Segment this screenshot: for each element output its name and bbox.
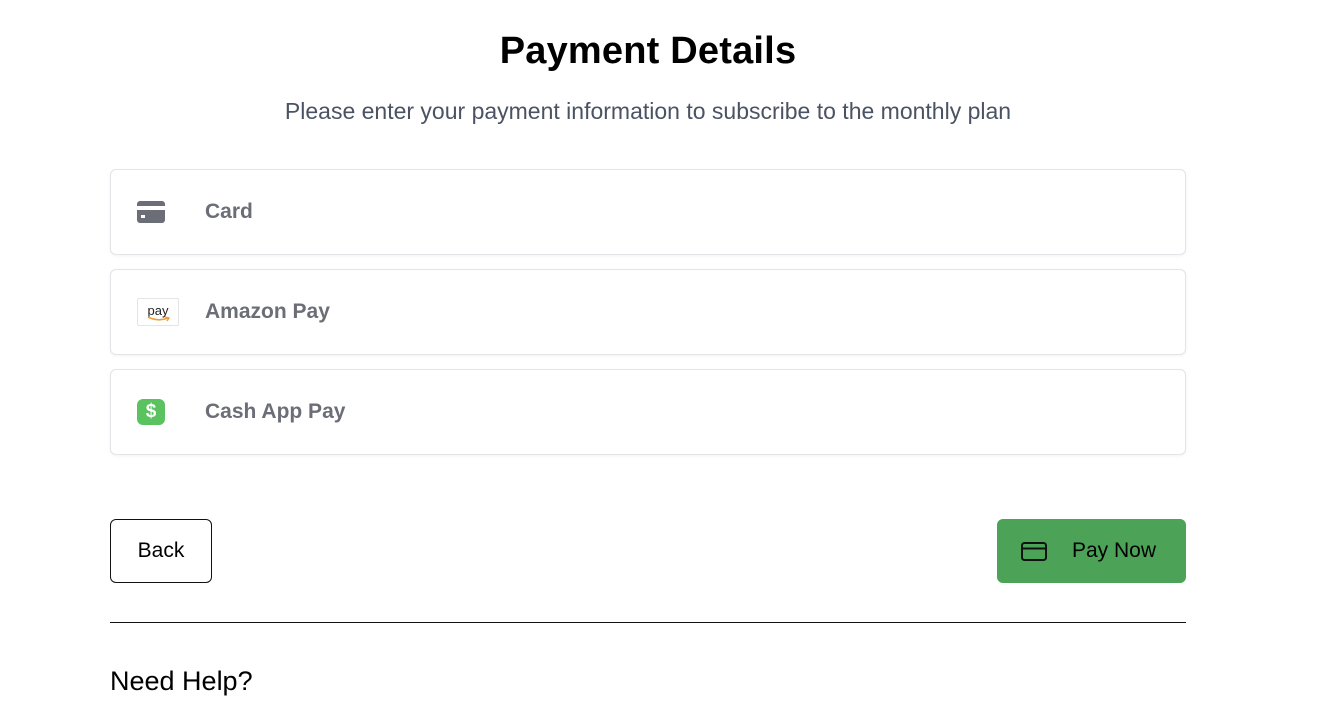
help-heading: Need Help? [110,666,253,696]
payment-details-page: Payment Details Please enter your paymen… [0,0,1326,710]
cash-app-logo-text: $ [137,399,165,425]
pay-now-button[interactable]: Pay Now [997,519,1186,583]
payment-method-cash-app-pay[interactable]: $ Cash App Pay [110,369,1186,455]
payment-method-list: Card pay Amazon Pay $ Cash App Pay [110,169,1186,469]
credit-card-icon [137,197,179,227]
page-subtitle: Please enter your payment information to… [284,98,1012,124]
cash-app-logo: $ [137,397,179,427]
credit-card-outline-icon [1021,541,1047,561]
payment-method-card[interactable]: Card [110,169,1186,255]
section-divider [110,622,1186,623]
back-button[interactable]: Back [110,519,212,583]
payment-method-label: Card [205,200,253,223]
payment-method-amazon-pay[interactable]: pay Amazon Pay [110,269,1186,355]
amazon-pay-logo: pay [137,297,179,327]
payment-method-label: Amazon Pay [205,300,330,323]
page-title: Payment Details [499,30,797,72]
payment-method-label: Cash App Pay [205,400,346,423]
pay-now-label: Pay Now [1072,539,1157,562]
